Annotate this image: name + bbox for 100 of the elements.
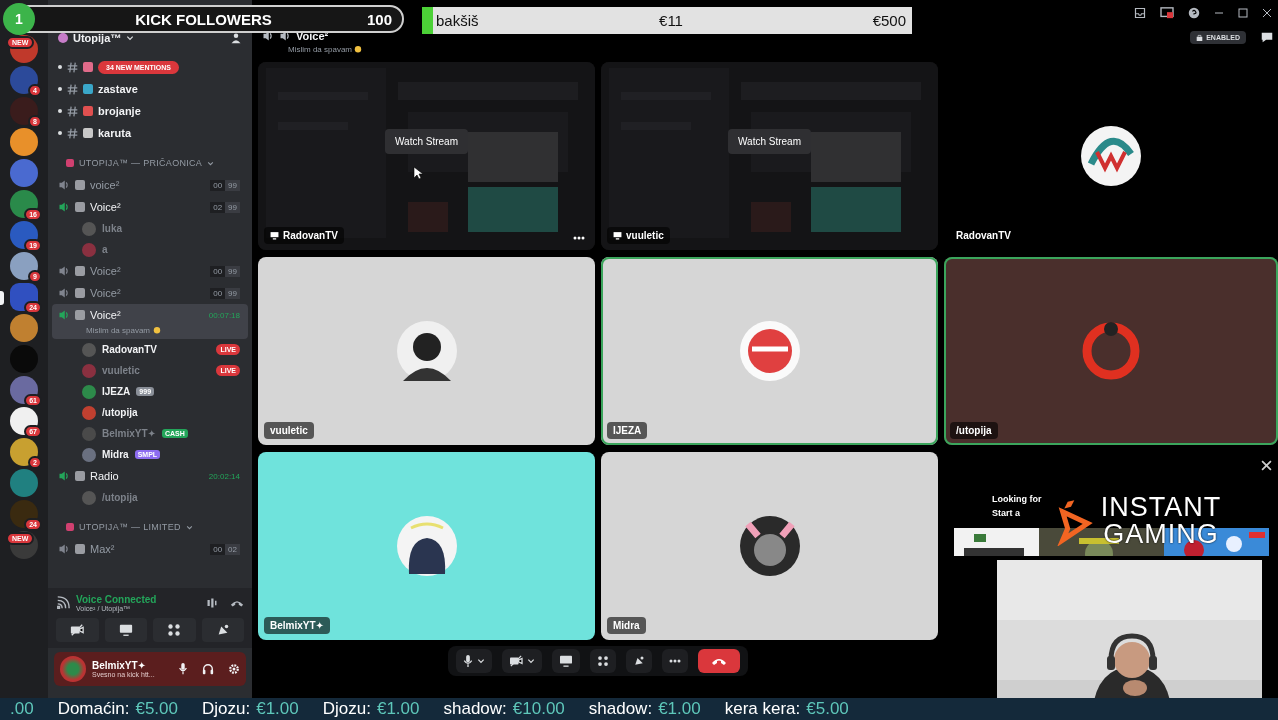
category-name[interactable]: UTOPIJA™ — PRIČAONICA: [79, 158, 203, 168]
member-name[interactable]: a: [102, 244, 108, 255]
user-limit: 00: [210, 179, 226, 191]
maximize-icon[interactable]: [1238, 8, 1248, 18]
speaker-icon: [279, 30, 291, 42]
member-name[interactable]: luka: [102, 223, 122, 234]
avatar: [394, 319, 459, 383]
chevron-icon[interactable]: [185, 523, 193, 531]
chevron-icon[interactable]: [126, 34, 135, 42]
channel-name[interactable]: brojanje: [98, 105, 141, 117]
member-name[interactable]: RadovanTV: [102, 344, 157, 355]
server-avatar: [58, 33, 68, 43]
channel-name[interactable]: voice²: [90, 179, 120, 191]
avatar: [82, 384, 96, 399]
channel-name[interactable]: zastave: [98, 83, 138, 95]
user-limit: 99: [225, 179, 240, 191]
channel-name[interactable]: Voice²: [90, 309, 121, 321]
chevron-icon: [477, 657, 485, 665]
activities-icon: [597, 655, 609, 667]
settings-icon[interactable]: [228, 663, 240, 675]
avatar: [737, 514, 802, 578]
activities-button[interactable]: [590, 649, 616, 673]
member-name[interactable]: /utopija: [102, 492, 138, 503]
watch-stream-button[interactable]: Watch Stream: [385, 128, 468, 154]
screen-icon[interactable]: [1160, 7, 1174, 19]
hash-icon: [67, 83, 78, 95]
user-limit: 02: [225, 543, 240, 555]
noise-icon[interactable]: [206, 597, 218, 609]
avatar: [82, 363, 96, 378]
watch-stream-button[interactable]: Watch Stream: [728, 128, 811, 154]
members-icon[interactable]: [230, 32, 242, 44]
emoji-icon: [75, 288, 85, 298]
server-name[interactable]: Utopija™: [73, 32, 122, 44]
soundboard-icon: [633, 655, 645, 667]
close-icon[interactable]: [1262, 8, 1272, 18]
emoji-icon: [83, 62, 93, 72]
avatar: [1079, 124, 1143, 188]
participant-name: Midra: [613, 620, 640, 631]
participant-name: /utopija: [956, 425, 992, 436]
screen-share-button[interactable]: [104, 618, 147, 642]
donation-amount: .00: [10, 699, 34, 719]
more-icon[interactable]: [573, 236, 585, 240]
microphone-icon[interactable]: [178, 663, 188, 675]
channel-name[interactable]: Voice²: [90, 265, 121, 277]
hash-icon: [67, 105, 78, 117]
donation-amount: €5.00: [135, 699, 178, 719]
soundboard-button[interactable]: [201, 618, 244, 642]
donor-name: kera kera:: [724, 699, 801, 719]
emoji-icon: [75, 180, 85, 190]
avatar: [82, 342, 96, 357]
camera-button[interactable]: [502, 649, 542, 673]
channel-status: Mislim da spavam: [288, 45, 352, 54]
donor-name: shadow:: [443, 699, 507, 719]
chat-icon[interactable]: [1260, 30, 1274, 44]
category-name[interactable]: UTOPIJA™ — LIMITED: [79, 522, 181, 532]
server-icon[interactable]: [10, 469, 38, 497]
activities-button[interactable]: [153, 618, 196, 642]
donation-amount: €1.00: [256, 699, 299, 719]
participant-name: RadovanTV: [956, 230, 1011, 241]
headphones-icon[interactable]: [202, 663, 214, 675]
member-name[interactable]: BelmixYT✦: [102, 428, 156, 439]
server-icon[interactable]: [10, 314, 38, 342]
activities-icon: [167, 623, 182, 637]
donation-amount: €10.00: [512, 699, 565, 719]
hang-up-button[interactable]: [698, 649, 740, 673]
participant-name: IJEZA: [613, 425, 642, 436]
camera-off-button[interactable]: [56, 618, 99, 642]
emoji-icon: [83, 106, 93, 116]
microphone-button[interactable]: [456, 649, 492, 673]
camera-off-icon: [509, 655, 523, 667]
member-name[interactable]: /utopija: [102, 407, 138, 418]
hash-icon: [67, 127, 78, 139]
inbox-icon[interactable]: [1134, 7, 1146, 19]
soundboard-button[interactable]: [626, 649, 652, 673]
channel-name[interactable]: Voice²: [90, 201, 121, 213]
close-icon[interactable]: [1261, 460, 1272, 471]
participant-name: vuuletic: [270, 425, 308, 436]
channel-name[interactable]: Max²: [90, 543, 115, 555]
bulb-icon: [153, 326, 161, 335]
screen-share-button[interactable]: [552, 649, 580, 673]
server-icon[interactable]: [10, 159, 38, 187]
emoji-icon: [75, 471, 85, 481]
member-name[interactable]: vuuletic: [102, 365, 140, 376]
help-icon[interactable]: [1188, 7, 1200, 19]
more-button[interactable]: [662, 649, 688, 673]
user-limit: 99: [225, 287, 240, 299]
signal-icon[interactable]: [56, 596, 70, 610]
channel-name[interactable]: Voice²: [90, 287, 121, 299]
screen-share-icon: [559, 655, 573, 667]
channel-name[interactable]: karuta: [98, 127, 132, 139]
member-name[interactable]: IJEZA: [102, 386, 131, 397]
member-name[interactable]: Midra: [102, 449, 129, 460]
channel-name[interactable]: Radio: [90, 470, 119, 482]
chevron-icon[interactable]: [207, 159, 215, 167]
goal-label: bakšiš: [436, 12, 480, 29]
lock-icon: [1196, 33, 1204, 41]
screen-icon: [613, 231, 622, 240]
microphone-icon: [463, 654, 473, 668]
connection-status: Voice Connected: [76, 594, 157, 605]
server-icon[interactable]: [10, 128, 38, 156]
